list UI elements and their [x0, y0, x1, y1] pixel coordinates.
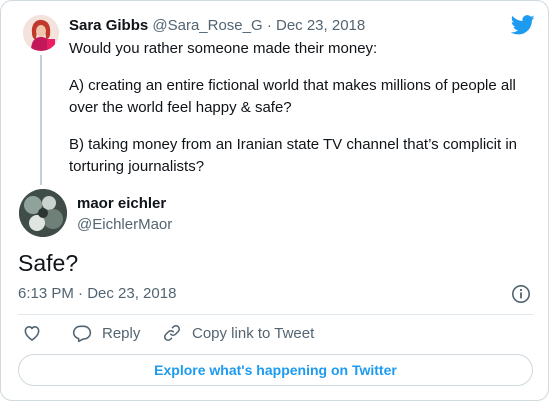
like-button[interactable]	[22, 323, 42, 343]
author-name[interactable]: maor eichler	[77, 195, 166, 213]
link-icon	[164, 325, 180, 341]
thread-connector-line	[40, 55, 42, 185]
parent-tweet-date[interactable]: Dec 23, 2018	[276, 17, 365, 34]
reply-button[interactable]: Reply	[72, 323, 140, 343]
speech-bubble-icon	[72, 325, 92, 343]
parent-tweet-text: Would you rather someone made their mone…	[69, 38, 531, 178]
author-avatar[interactable]	[19, 189, 67, 237]
tweet-embed-card: Sara Gibbs @Sara_Rose_G · Dec 23, 2018 W…	[0, 0, 549, 401]
copy-link-label: Copy link to Tweet	[192, 324, 315, 342]
parent-paragraph: B) taking money from an Iranian state TV…	[69, 136, 518, 175]
copy-link-button[interactable]: Copy link to Tweet	[162, 323, 314, 343]
divider	[18, 314, 533, 315]
parent-author-handle[interactable]: @Sara_Rose_G	[152, 17, 262, 34]
tweet-timestamp[interactable]: 6:13 PM · Dec 23, 2018	[18, 284, 176, 304]
parent-paragraph: A) creating an entire fictional world th…	[69, 77, 516, 116]
parent-paragraph: Would you rather someone made their mone…	[69, 40, 378, 57]
parent-author-avatar[interactable]	[23, 15, 59, 51]
tweet-text: Safe?	[18, 250, 79, 276]
header-separator: ·	[262, 17, 276, 34]
info-icon[interactable]	[511, 284, 531, 304]
twitter-bird-icon[interactable]	[510, 15, 535, 35]
parent-author-name[interactable]: Sara Gibbs	[69, 17, 148, 34]
author-handle[interactable]: @EichlerMaor	[77, 216, 172, 234]
reply-label: Reply	[102, 324, 141, 342]
explore-twitter-button[interactable]: Explore what's happening on Twitter	[18, 354, 533, 386]
parent-tweet-header: Sara Gibbs @Sara_Rose_G · Dec 23, 2018	[69, 16, 365, 36]
heart-icon	[24, 326, 40, 341]
